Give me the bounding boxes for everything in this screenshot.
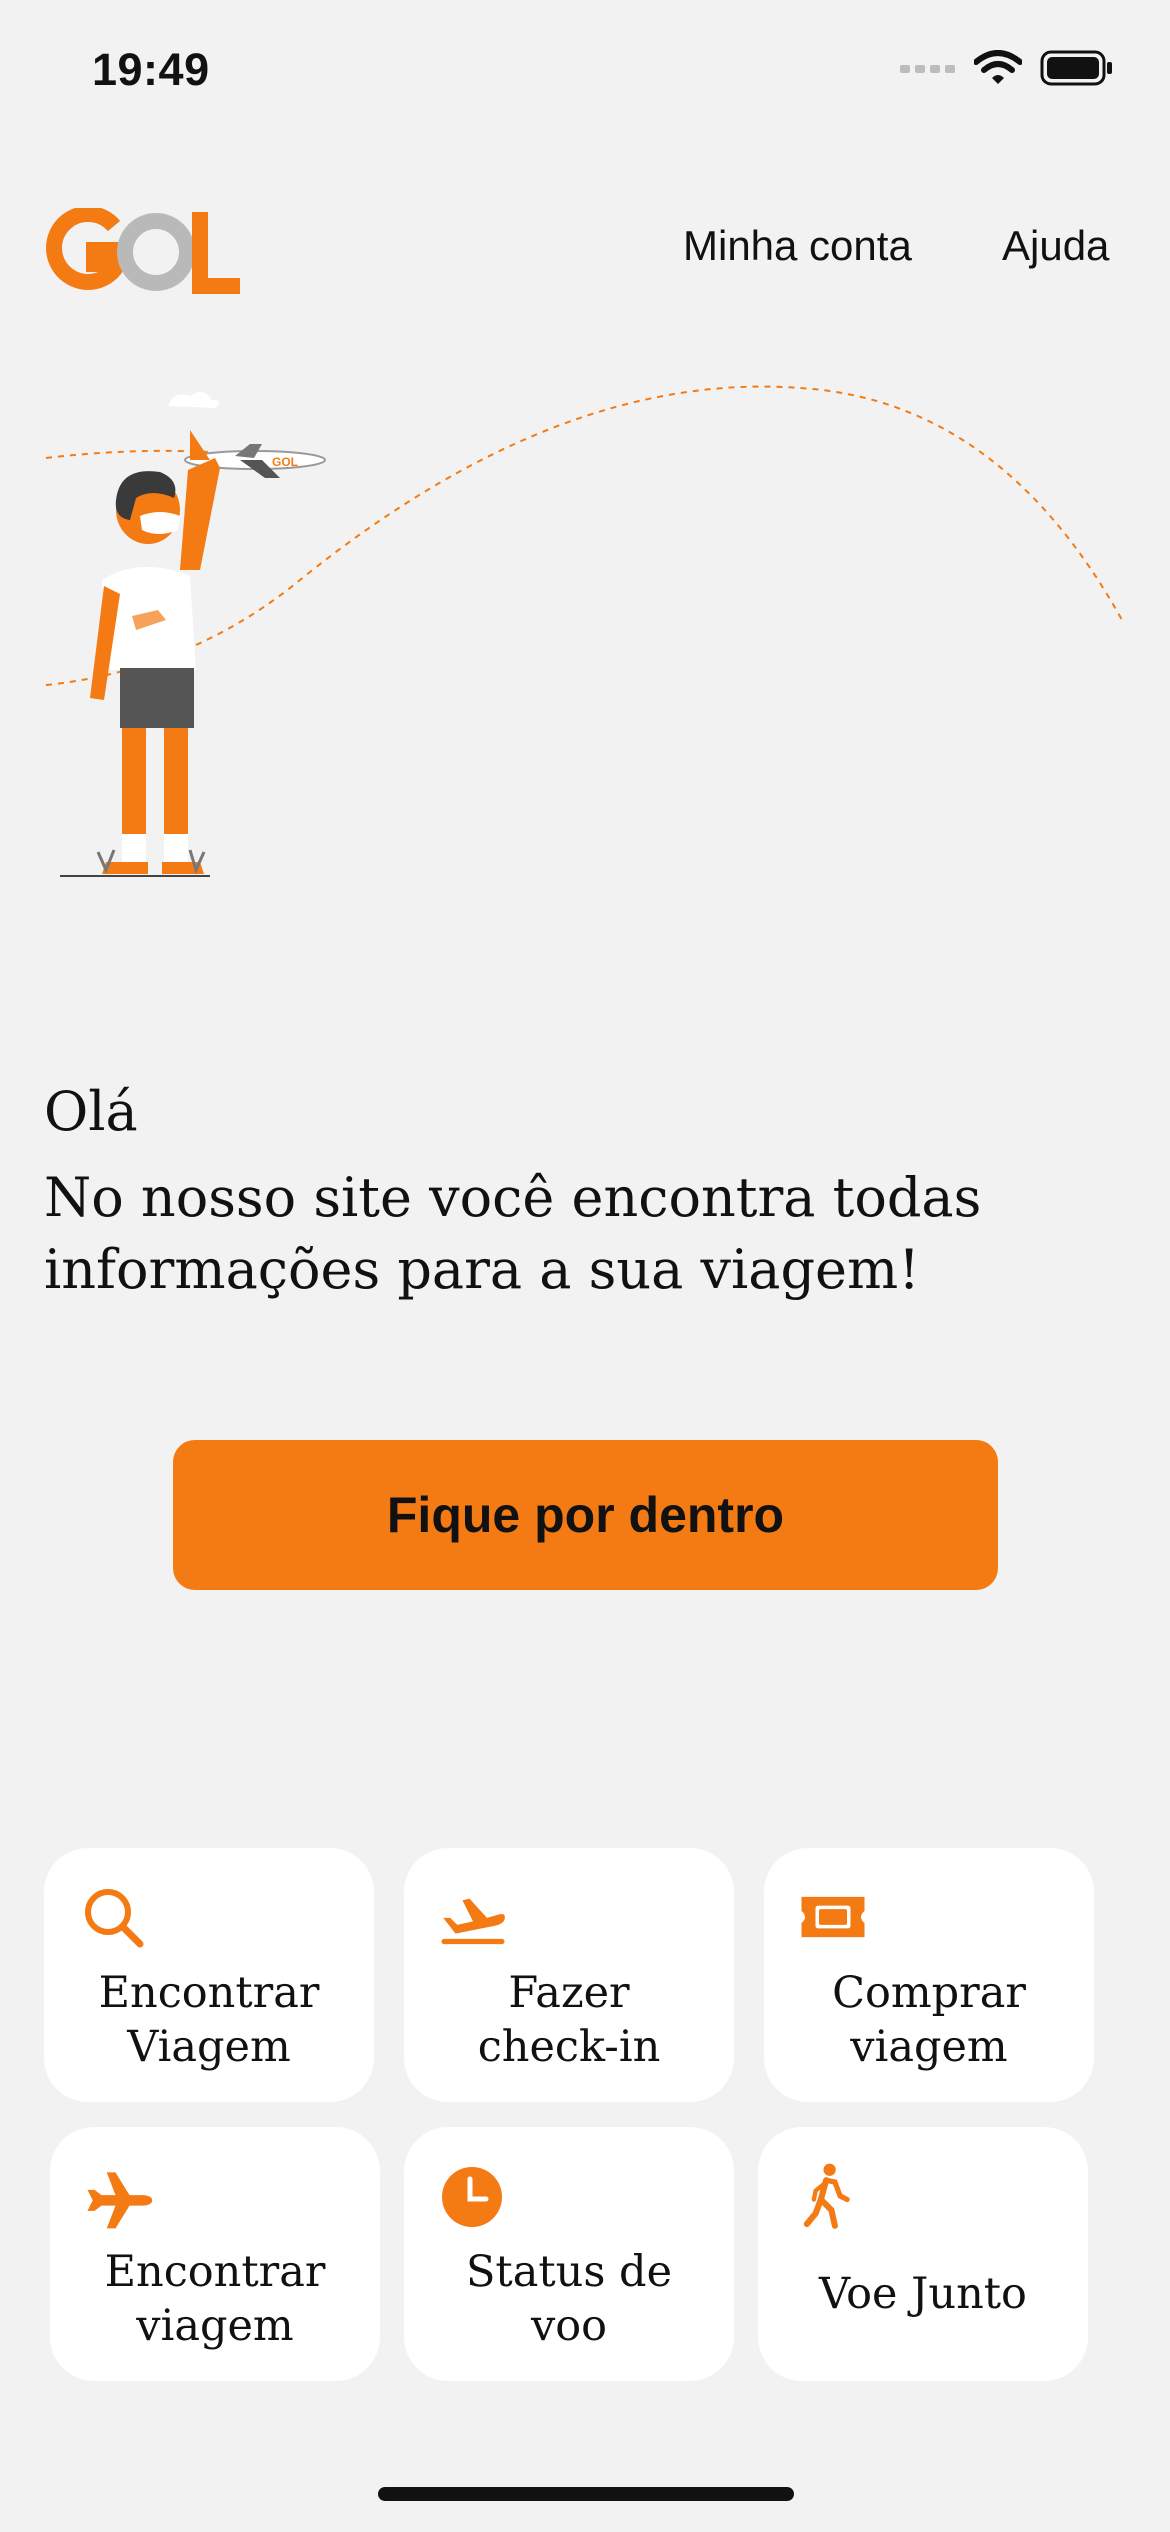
svg-text:GOL: GOL — [272, 455, 298, 469]
tile-check-in[interactable]: Fazer check-in — [404, 1848, 734, 2102]
home-indicator[interactable] — [378, 2487, 794, 2501]
tile-label: Status de voo — [465, 2247, 673, 2351]
tile-label: Encontrar viagem — [104, 2247, 326, 2351]
help-link[interactable]: Ajuda — [1002, 222, 1109, 270]
ticket-icon — [801, 1896, 865, 1938]
search-icon — [85, 1889, 144, 1948]
signal-icon — [900, 65, 955, 73]
person-figure — [60, 458, 220, 877]
my-account-link[interactable]: Minha conta — [683, 222, 912, 270]
walking-person-icon — [803, 2163, 850, 2229]
wifi-icon — [974, 50, 1022, 84]
tile-buy-trip[interactable]: Comprar viagem — [764, 1848, 1094, 2102]
stay-informed-button[interactable]: Fique por dentro — [173, 1440, 998, 1590]
tile-label: Encontrar Viagem — [98, 1968, 320, 2072]
tile-find-trip-2[interactable]: Encontrar viagem — [50, 2127, 380, 2381]
plane-departure-icon — [441, 1898, 505, 1945]
tile-find-trip[interactable]: Encontrar Viagem — [44, 1848, 374, 2102]
status-icons — [900, 50, 1114, 86]
gol-logo[interactable] — [44, 205, 244, 301]
tile-label: Comprar viagem — [832, 1968, 1026, 2072]
clock-icon — [442, 2167, 502, 2227]
tile-label: Voe Junto — [819, 2269, 1027, 2319]
greeting-text: No nosso site você encontra todas inform… — [44, 1166, 982, 1301]
hero-illustration: GOL — [40, 380, 1130, 885]
greeting-title: Olá — [44, 1080, 138, 1143]
status-time: 19:49 — [92, 44, 210, 95]
tile-label: Fazer check-in — [477, 1968, 661, 2072]
airplane-icon — [87, 2172, 153, 2229]
battery-icon — [1040, 50, 1112, 86]
tile-fly-together[interactable]: Voe Junto — [758, 2127, 1088, 2381]
greeting-block: Olá No nosso site você encontra todas in… — [44, 1076, 1124, 1306]
tile-flight-status[interactable]: Status de voo — [404, 2127, 734, 2381]
